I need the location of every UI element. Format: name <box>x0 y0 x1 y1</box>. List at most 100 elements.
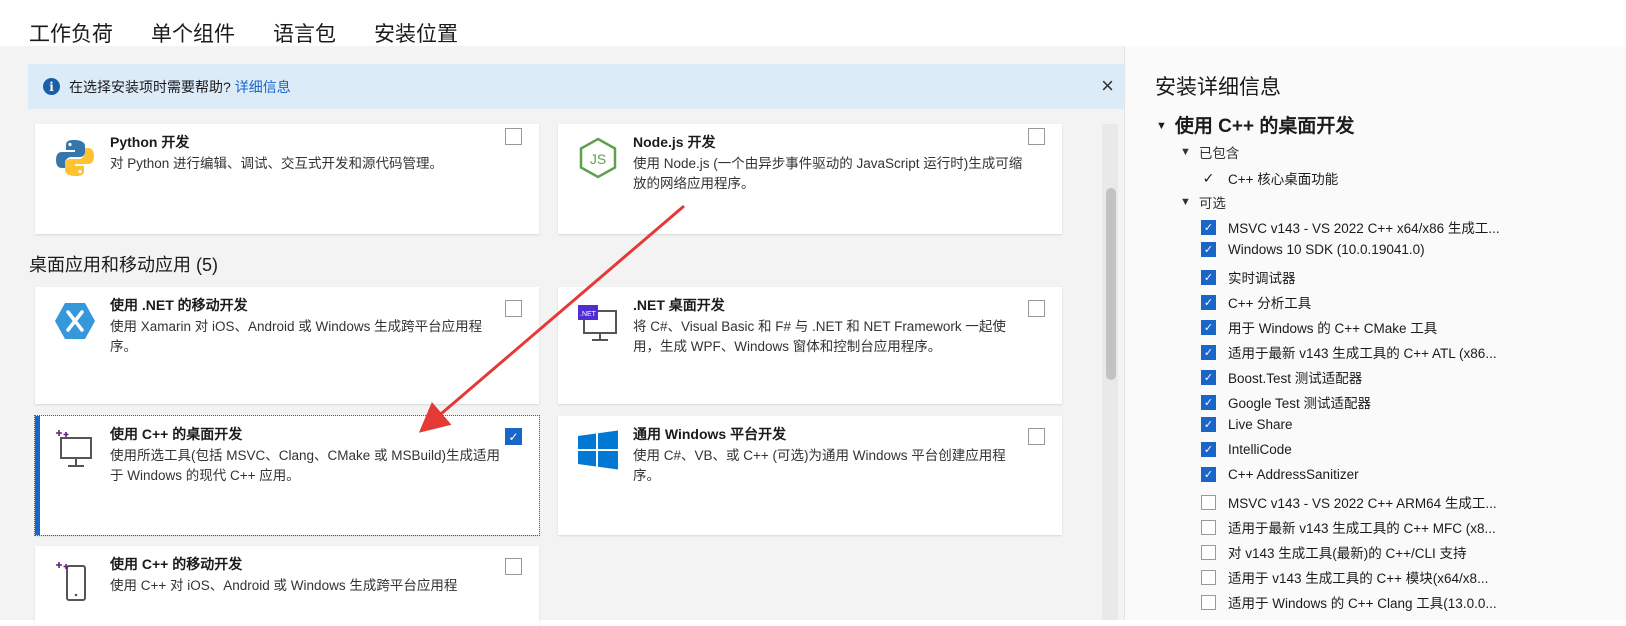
workload-checkbox[interactable] <box>505 128 522 145</box>
optional-item[interactable]: ✓ IntelliCode <box>1201 442 1292 457</box>
workload-title: Python 开发 <box>110 134 190 150</box>
xamarin-icon <box>53 299 97 343</box>
optional-item-label: MSVC v143 - VS 2022 C++ x64/x86 生成工... <box>1228 221 1500 236</box>
workload-card-cpp-desktop[interactable]: 使用 C++ 的桌面开发 使用所选工具(包括 MSVC、Clang、CMake … <box>34 415 540 536</box>
info-icon: i <box>43 78 60 95</box>
optional-item[interactable]: ✓ 实时调试器 <box>1201 267 1296 287</box>
details-workload-label: 使用 C++ 的桌面开发 <box>1174 116 1355 137</box>
optional-item-label: 适用于 v143 生成工具的 C++ 模块(x64/x8... <box>1228 571 1489 586</box>
optional-item-label: C++ 分析工具 <box>1228 296 1312 311</box>
checkbox[interactable] <box>1201 494 1216 510</box>
checkbox[interactable] <box>1201 544 1216 560</box>
workload-title: 使用 .NET 的移动开发 <box>110 297 248 313</box>
details-title: 安装详细信息 <box>1155 76 1281 99</box>
optional-item[interactable]: ✓ 用于 Windows 的 C++ CMake 工具 <box>1201 317 1437 337</box>
workload-title: Node.js 开发 <box>633 134 716 150</box>
optional-item-label: Live Share <box>1228 417 1293 432</box>
workload-title: 通用 Windows 平台开发 <box>633 426 787 442</box>
tab-language-packs[interactable]: 语言包 <box>273 0 336 48</box>
optional-item-label: 对 v143 生成工具(最新)的 C++/CLI 支持 <box>1228 546 1467 561</box>
section-title: 桌面应用和移动应用 (5) <box>29 255 218 275</box>
included-item-label: C++ 核心桌面功能 <box>1228 172 1339 187</box>
optional-item-label: C++ AddressSanitizer <box>1228 467 1359 482</box>
tab-components[interactable]: 单个组件 <box>151 0 235 48</box>
optional-item[interactable]: 对 v143 生成工具(最新)的 C++/CLI 支持 <box>1201 542 1467 562</box>
expand-triangle-icon: ▼ <box>1156 120 1167 132</box>
workload-description: 将 C#、Visual Basic 和 F# 与 .NET 和 NET Fram… <box>633 319 1006 354</box>
optional-item-label: 适用于 Windows 的 C++ Clang 工具(13.0.0... <box>1228 596 1497 611</box>
checkbox-checked[interactable]: ✓ <box>1201 294 1216 310</box>
windows-logo-icon <box>576 428 620 472</box>
optional-item[interactable]: ✓ Windows 10 SDK (10.0.19041.0) <box>1201 242 1425 257</box>
included-label: 已包含 <box>1198 146 1240 161</box>
expand-triangle-icon: ▼ <box>1180 146 1191 158</box>
checkbox-checked[interactable]: ✓ <box>1201 319 1216 335</box>
checkbox-checked[interactable]: ✓ <box>1201 269 1216 285</box>
workload-title: 使用 C++ 的桌面开发 <box>110 426 243 442</box>
optional-item-label: MSVC v143 - VS 2022 C++ ARM64 生成工... <box>1228 496 1497 511</box>
workload-checkbox[interactable] <box>1028 428 1045 445</box>
optional-item-label: IntelliCode <box>1228 442 1292 457</box>
optional-item-label: 用于 Windows 的 C++ CMake 工具 <box>1228 321 1438 336</box>
checkbox-checked[interactable]: ✓ <box>1201 467 1216 482</box>
workload-description: 使用所选工具(包括 MSVC、Clang、CMake 或 MSBuild)生成适… <box>110 448 501 483</box>
workload-checkbox[interactable] <box>1028 128 1045 145</box>
details-workload[interactable]: ▼ 使用 C++ 的桌面开发 <box>1156 111 1354 138</box>
workload-description: 使用 Node.js (一个由异步事件驱动的 JavaScript 运行时)生成… <box>633 156 1023 191</box>
optional-item[interactable]: ✓ C++ AddressSanitizer <box>1201 467 1359 482</box>
optional-item[interactable]: MSVC v143 - VS 2022 C++ ARM64 生成工... <box>1201 492 1497 512</box>
optional-item[interactable]: ✓ 适用于最新 v143 生成工具的 C++ ATL (x86... <box>1201 342 1497 362</box>
optional-item[interactable]: ✓ Google Test 测试适配器 <box>1201 392 1371 412</box>
workload-checkbox-checked[interactable]: ✓ <box>505 428 522 445</box>
checkbox-checked[interactable]: ✓ <box>1201 242 1216 257</box>
expand-triangle-icon: ▼ <box>1180 196 1191 208</box>
nodejs-icon-text: JS <box>590 151 606 167</box>
checkbox[interactable] <box>1201 569 1216 585</box>
checkbox-checked[interactable]: ✓ <box>1201 219 1216 235</box>
optional-item-label: 适用于最新 v143 生成工具的 C++ ATL (x86... <box>1228 346 1497 361</box>
optional-item[interactable]: 适用于 Windows 的 C++ Clang 工具(13.0.0... <box>1201 592 1497 612</box>
tab-workloads[interactable]: 工作负荷 <box>29 0 113 58</box>
cpp-desktop-icon <box>53 428 97 472</box>
workload-card-cpp-mobile[interactable]: 使用 C++ 的移动开发 使用 C++ 对 iOS、Android 或 Wind… <box>35 546 539 626</box>
checkbox[interactable] <box>1201 594 1216 610</box>
scrollbar-thumb[interactable] <box>1106 188 1116 380</box>
details-link[interactable]: 详细信息 <box>235 77 291 97</box>
workload-card-uwp[interactable]: 通用 Windows 平台开发 使用 C#、VB、或 C++ (可选)为通用 W… <box>558 416 1062 535</box>
cpp-mobile-icon <box>53 558 97 602</box>
workload-checkbox[interactable] <box>505 558 522 575</box>
workload-description: 使用 Xamarin 对 iOS、Android 或 Windows 生成跨平台… <box>110 319 483 354</box>
workload-checkbox[interactable] <box>505 300 522 317</box>
optional-item[interactable]: 适用于 v143 生成工具的 C++ 模块(x64/x8... <box>1201 567 1488 587</box>
workload-description: 使用 C++ 对 iOS、Android 或 Windows 生成跨平台应用程 <box>110 578 458 593</box>
workload-checkbox[interactable] <box>1028 300 1045 317</box>
optional-item-label: 实时调试器 <box>1228 271 1296 286</box>
checkbox-checked[interactable]: ✓ <box>1201 394 1216 410</box>
checkbox[interactable] <box>1201 519 1216 535</box>
optional-item[interactable]: ✓ MSVC v143 - VS 2022 C++ x64/x86 生成工... <box>1201 217 1500 237</box>
close-icon[interactable]: × <box>1101 75 1114 97</box>
workload-description: 使用 C#、VB、或 C++ (可选)为通用 Windows 平台创建应用程序。 <box>633 448 1006 483</box>
optional-item[interactable]: ✓ C++ 分析工具 <box>1201 292 1311 312</box>
workload-title: 使用 C++ 的移动开发 <box>110 556 243 572</box>
checkbox-checked[interactable]: ✓ <box>1201 417 1216 432</box>
checkmark-icon: ✓ <box>1202 169 1215 186</box>
optional-item-label: Windows 10 SDK (10.0.19041.0) <box>1228 242 1425 257</box>
optional-item-label: 适用于最新 v143 生成工具的 C++ MFC (x8... <box>1228 521 1496 536</box>
optional-item[interactable]: ✓ Live Share <box>1201 417 1293 432</box>
included-group[interactable]: ▼ 已包含 <box>1180 142 1239 162</box>
workload-title: .NET 桌面开发 <box>633 297 725 313</box>
workload-card-python[interactable]: Python 开发 对 Python 进行编辑、调试、交互式开发和源代码管理。 <box>35 124 539 234</box>
checkbox-checked[interactable]: ✓ <box>1201 442 1216 457</box>
checkbox-checked[interactable]: ✓ <box>1201 344 1216 360</box>
tab-install-location[interactable]: 安装位置 <box>374 0 458 48</box>
optional-item[interactable]: 适用于最新 v143 生成工具的 C++ MFC (x8... <box>1201 517 1496 537</box>
optional-item[interactable]: ✓ Boost.Test 测试适配器 <box>1201 367 1362 387</box>
checkbox-checked[interactable]: ✓ <box>1201 369 1216 385</box>
workload-card-nodejs[interactable]: JS Node.js 开发 使用 Node.js (一个由异步事件驱动的 Jav… <box>558 124 1062 234</box>
optional-group[interactable]: ▼ 可选 <box>1180 192 1226 212</box>
optional-item-label: Boost.Test 测试适配器 <box>1228 371 1363 386</box>
workload-card-dotnet-mobile[interactable]: 使用 .NET 的移动开发 使用 Xamarin 对 iOS、Android 或… <box>35 287 539 404</box>
workload-card-dotnet-desktop[interactable]: .NET .NET 桌面开发 将 C#、Visual Basic 和 F# 与 … <box>558 287 1062 404</box>
workload-description: 对 Python 进行编辑、调试、交互式开发和源代码管理。 <box>110 156 444 171</box>
